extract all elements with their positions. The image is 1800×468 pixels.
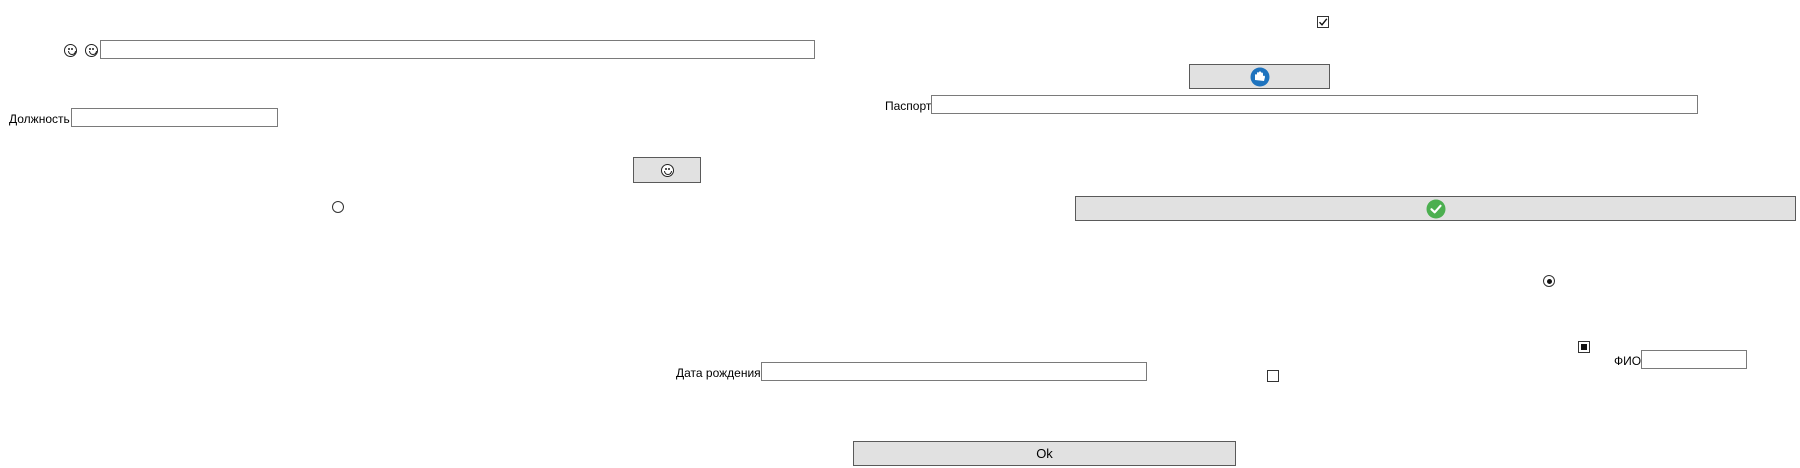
right-radio[interactable] [1543, 275, 1555, 287]
smiling-face-icon [85, 44, 98, 57]
birth-date-label: Дата рождения [676, 366, 761, 380]
passport-label: Паспорт [885, 99, 932, 113]
position-label: Должность [9, 112, 70, 126]
birth-date-field[interactable] [761, 362, 1147, 381]
blue-icon-button[interactable] [1189, 64, 1330, 89]
ok-button[interactable]: Ok [853, 441, 1236, 466]
green-check-button[interactable] [1075, 196, 1796, 221]
left-radio[interactable] [332, 201, 344, 213]
passport-field[interactable] [931, 95, 1698, 114]
top-text-field[interactable] [100, 40, 815, 59]
checkmark-icon [1318, 18, 1328, 26]
full-name-field[interactable] [1641, 350, 1747, 369]
green-checkmark-icon [1426, 199, 1445, 218]
bottom-checkbox[interactable] [1267, 370, 1279, 382]
top-checkbox[interactable] [1317, 16, 1329, 28]
blue-cloud-hand-icon [1250, 67, 1269, 86]
grinning-face-icon [660, 163, 674, 177]
position-field[interactable] [71, 108, 278, 127]
emoji-button[interactable] [633, 157, 701, 183]
full-name-label: ФИО [1614, 354, 1642, 368]
grinning-face-icon [64, 44, 77, 57]
indeterminate-checkbox[interactable] [1578, 341, 1590, 353]
